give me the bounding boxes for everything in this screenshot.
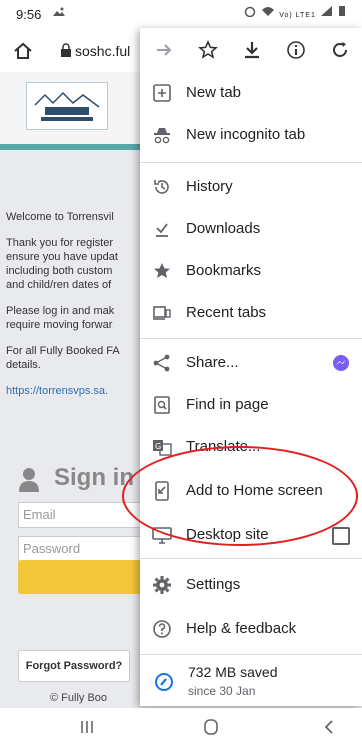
home-icon[interactable] bbox=[8, 36, 38, 66]
url-bar[interactable]: soshc.ful bbox=[50, 39, 140, 63]
menu-item-label: New incognito tab bbox=[186, 126, 306, 143]
body-text-line: Thank you for register bbox=[6, 237, 113, 249]
menu-divider bbox=[140, 162, 362, 163]
status-time: 9:56 bbox=[16, 7, 42, 22]
desktop-site-checkbox[interactable] bbox=[332, 527, 350, 545]
body-text-line: Please log in and mak bbox=[6, 305, 115, 317]
messenger-icon[interactable] bbox=[332, 354, 350, 372]
signal-icon bbox=[320, 6, 332, 16]
battery-icon bbox=[339, 6, 345, 16]
body-text-line: require moving forwar bbox=[6, 319, 113, 331]
password-field[interactable]: Password bbox=[18, 536, 148, 562]
highlight-ellipse bbox=[122, 446, 358, 546]
menu-item-bookmarks[interactable]: Bookmarks bbox=[140, 250, 362, 292]
body-text-line: For all Fully Booked FA bbox=[6, 345, 120, 357]
body-text-line: details. bbox=[6, 359, 41, 371]
star-filled-icon bbox=[154, 263, 170, 278]
data-saved-since: since 30 Jan bbox=[188, 684, 256, 698]
body-text-line: ensure you have updat bbox=[6, 251, 118, 263]
menu-item-label: History bbox=[186, 178, 233, 195]
menu-item-label: New tab bbox=[186, 84, 242, 101]
body-text-line: and child/ren dates of bbox=[6, 279, 112, 291]
menu-divider bbox=[140, 654, 362, 655]
download-icon[interactable] bbox=[242, 40, 262, 60]
recent-apps-icon[interactable] bbox=[76, 716, 98, 738]
incognito-icon bbox=[154, 128, 170, 144]
data-saved-amount[interactable]: 732 MB saved bbox=[188, 664, 278, 680]
star-outline-icon[interactable] bbox=[198, 40, 218, 60]
menu-item-history[interactable]: History bbox=[140, 166, 362, 208]
find-in-page-icon bbox=[154, 396, 170, 414]
home-nav-icon[interactable] bbox=[200, 716, 222, 738]
share-icon bbox=[153, 354, 170, 372]
network-label: Vo) LTE1 bbox=[279, 12, 316, 19]
android-navigation-bar bbox=[0, 708, 362, 747]
menu-item-settings[interactable]: Settings bbox=[140, 564, 362, 606]
menu-item-share[interactable]: Share... bbox=[140, 342, 362, 384]
menu-item-label: Settings bbox=[186, 576, 241, 593]
alarm-icon bbox=[244, 6, 256, 18]
info-icon[interactable] bbox=[286, 40, 306, 60]
sign-in-label: Sign in bbox=[54, 464, 134, 491]
reload-icon[interactable] bbox=[330, 40, 350, 60]
menu-item-label: Find in page bbox=[186, 396, 269, 413]
url-text: soshc.ful bbox=[75, 43, 131, 59]
menu-item-label: Bookmarks bbox=[186, 262, 262, 279]
history-icon bbox=[154, 180, 169, 194]
menu-item-downloads[interactable]: Downloads bbox=[140, 208, 362, 250]
svg-text:G: G bbox=[155, 442, 161, 451]
welcome-text: Welcome to Torrensvil bbox=[6, 211, 114, 223]
recent-tabs-icon bbox=[153, 306, 171, 320]
menu-item-label: Recent tabs bbox=[186, 304, 267, 321]
menu-item-help-feedback[interactable]: Help & feedback bbox=[140, 608, 362, 650]
wifi-icon bbox=[262, 7, 275, 16]
gear-icon bbox=[153, 576, 171, 594]
plus-box-icon bbox=[153, 84, 171, 102]
site-link[interactable]: https://torrensvps.sa. bbox=[6, 384, 140, 398]
lock-icon bbox=[61, 43, 71, 57]
forward-arrow-icon[interactable] bbox=[154, 40, 174, 60]
menu-item-label: Downloads bbox=[186, 220, 261, 237]
download-done-icon bbox=[156, 223, 168, 237]
menu-item-find-in-page[interactable]: Find in page bbox=[140, 384, 362, 426]
data-saver-icon bbox=[155, 673, 173, 691]
user-icon bbox=[19, 468, 39, 492]
browser-overflow-menu: New tab New incognito tab History Downlo… bbox=[140, 28, 362, 706]
sign-in-button[interactable] bbox=[18, 560, 148, 594]
menu-toolbar bbox=[140, 28, 362, 72]
help-icon bbox=[153, 620, 171, 638]
menu-item-label: Help & feedback bbox=[186, 620, 297, 637]
menu-divider bbox=[140, 558, 362, 559]
gallery-notification-icon bbox=[52, 6, 66, 21]
body-text-line: including both custom bbox=[6, 265, 113, 277]
menu-item-recent-tabs[interactable]: Recent tabs bbox=[140, 292, 362, 334]
status-icons: Vo) LTE1 bbox=[243, 5, 346, 20]
forgot-password-button[interactable]: Forgot Password? bbox=[18, 650, 130, 682]
translate-icon: G bbox=[153, 440, 172, 456]
menu-item-label: Share... bbox=[186, 354, 239, 371]
status-bar: 9:56 Vo) LTE1 bbox=[0, 0, 362, 30]
menu-item-new-tab[interactable]: New tab bbox=[140, 72, 362, 114]
footer-copyright: © Fully Boo bbox=[50, 692, 108, 704]
menu-divider bbox=[140, 338, 362, 339]
site-logo bbox=[26, 82, 108, 130]
back-nav-icon[interactable] bbox=[318, 716, 340, 738]
menu-item-new-incognito-tab[interactable]: New incognito tab bbox=[140, 114, 362, 156]
